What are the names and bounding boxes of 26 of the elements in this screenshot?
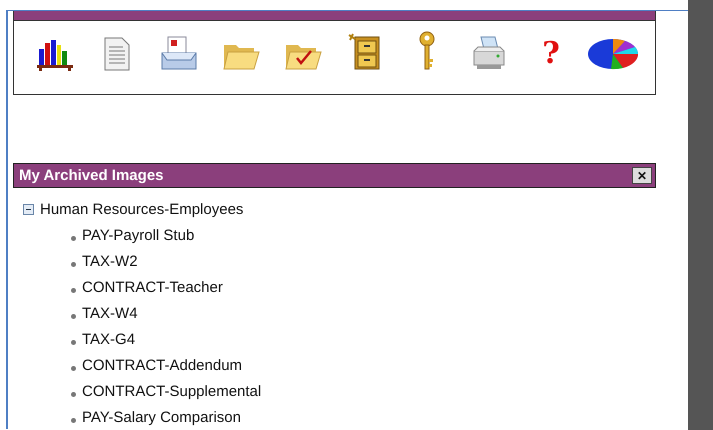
- printer-icon[interactable]: [471, 35, 507, 71]
- tree-item[interactable]: CONTRACT-Addendum: [82, 356, 242, 374]
- tree-item[interactable]: CONTRACT-Supplemental: [82, 382, 262, 400]
- bullet-icon: [71, 366, 76, 370]
- tree-item[interactable]: CONTRACT-Teacher: [82, 278, 223, 296]
- help-icon[interactable]: ?: [542, 37, 560, 71]
- tree-folder[interactable]: Human Resources-Employees: [40, 200, 244, 218]
- bullet-icon: [71, 314, 76, 318]
- bullet-icon: [71, 392, 76, 396]
- tree-item[interactable]: TAX-W4: [82, 304, 138, 322]
- tree-item[interactable]: PAY-Payroll Stub: [82, 226, 194, 244]
- document-icon[interactable]: [103, 37, 131, 71]
- collapse-icon[interactable]: [23, 204, 34, 214]
- tree-item[interactable]: PAY-Salary Comparison: [82, 408, 241, 426]
- pie-chart-icon[interactable]: [587, 37, 639, 71]
- bullet-icon: [71, 288, 76, 292]
- bullet-icon: [71, 236, 76, 240]
- bullet-icon: [71, 262, 76, 266]
- bullet-icon: [71, 340, 76, 344]
- mail-tray-icon[interactable]: [160, 35, 198, 71]
- panel-title: My Archived Images: [19, 167, 164, 184]
- books-icon[interactable]: [36, 37, 74, 71]
- tree-item[interactable]: TAX-W2: [82, 252, 138, 270]
- tree-item[interactable]: TAX-G4: [82, 330, 136, 348]
- bullet-icon: [71, 418, 76, 422]
- close-button[interactable]: ✕: [632, 167, 652, 184]
